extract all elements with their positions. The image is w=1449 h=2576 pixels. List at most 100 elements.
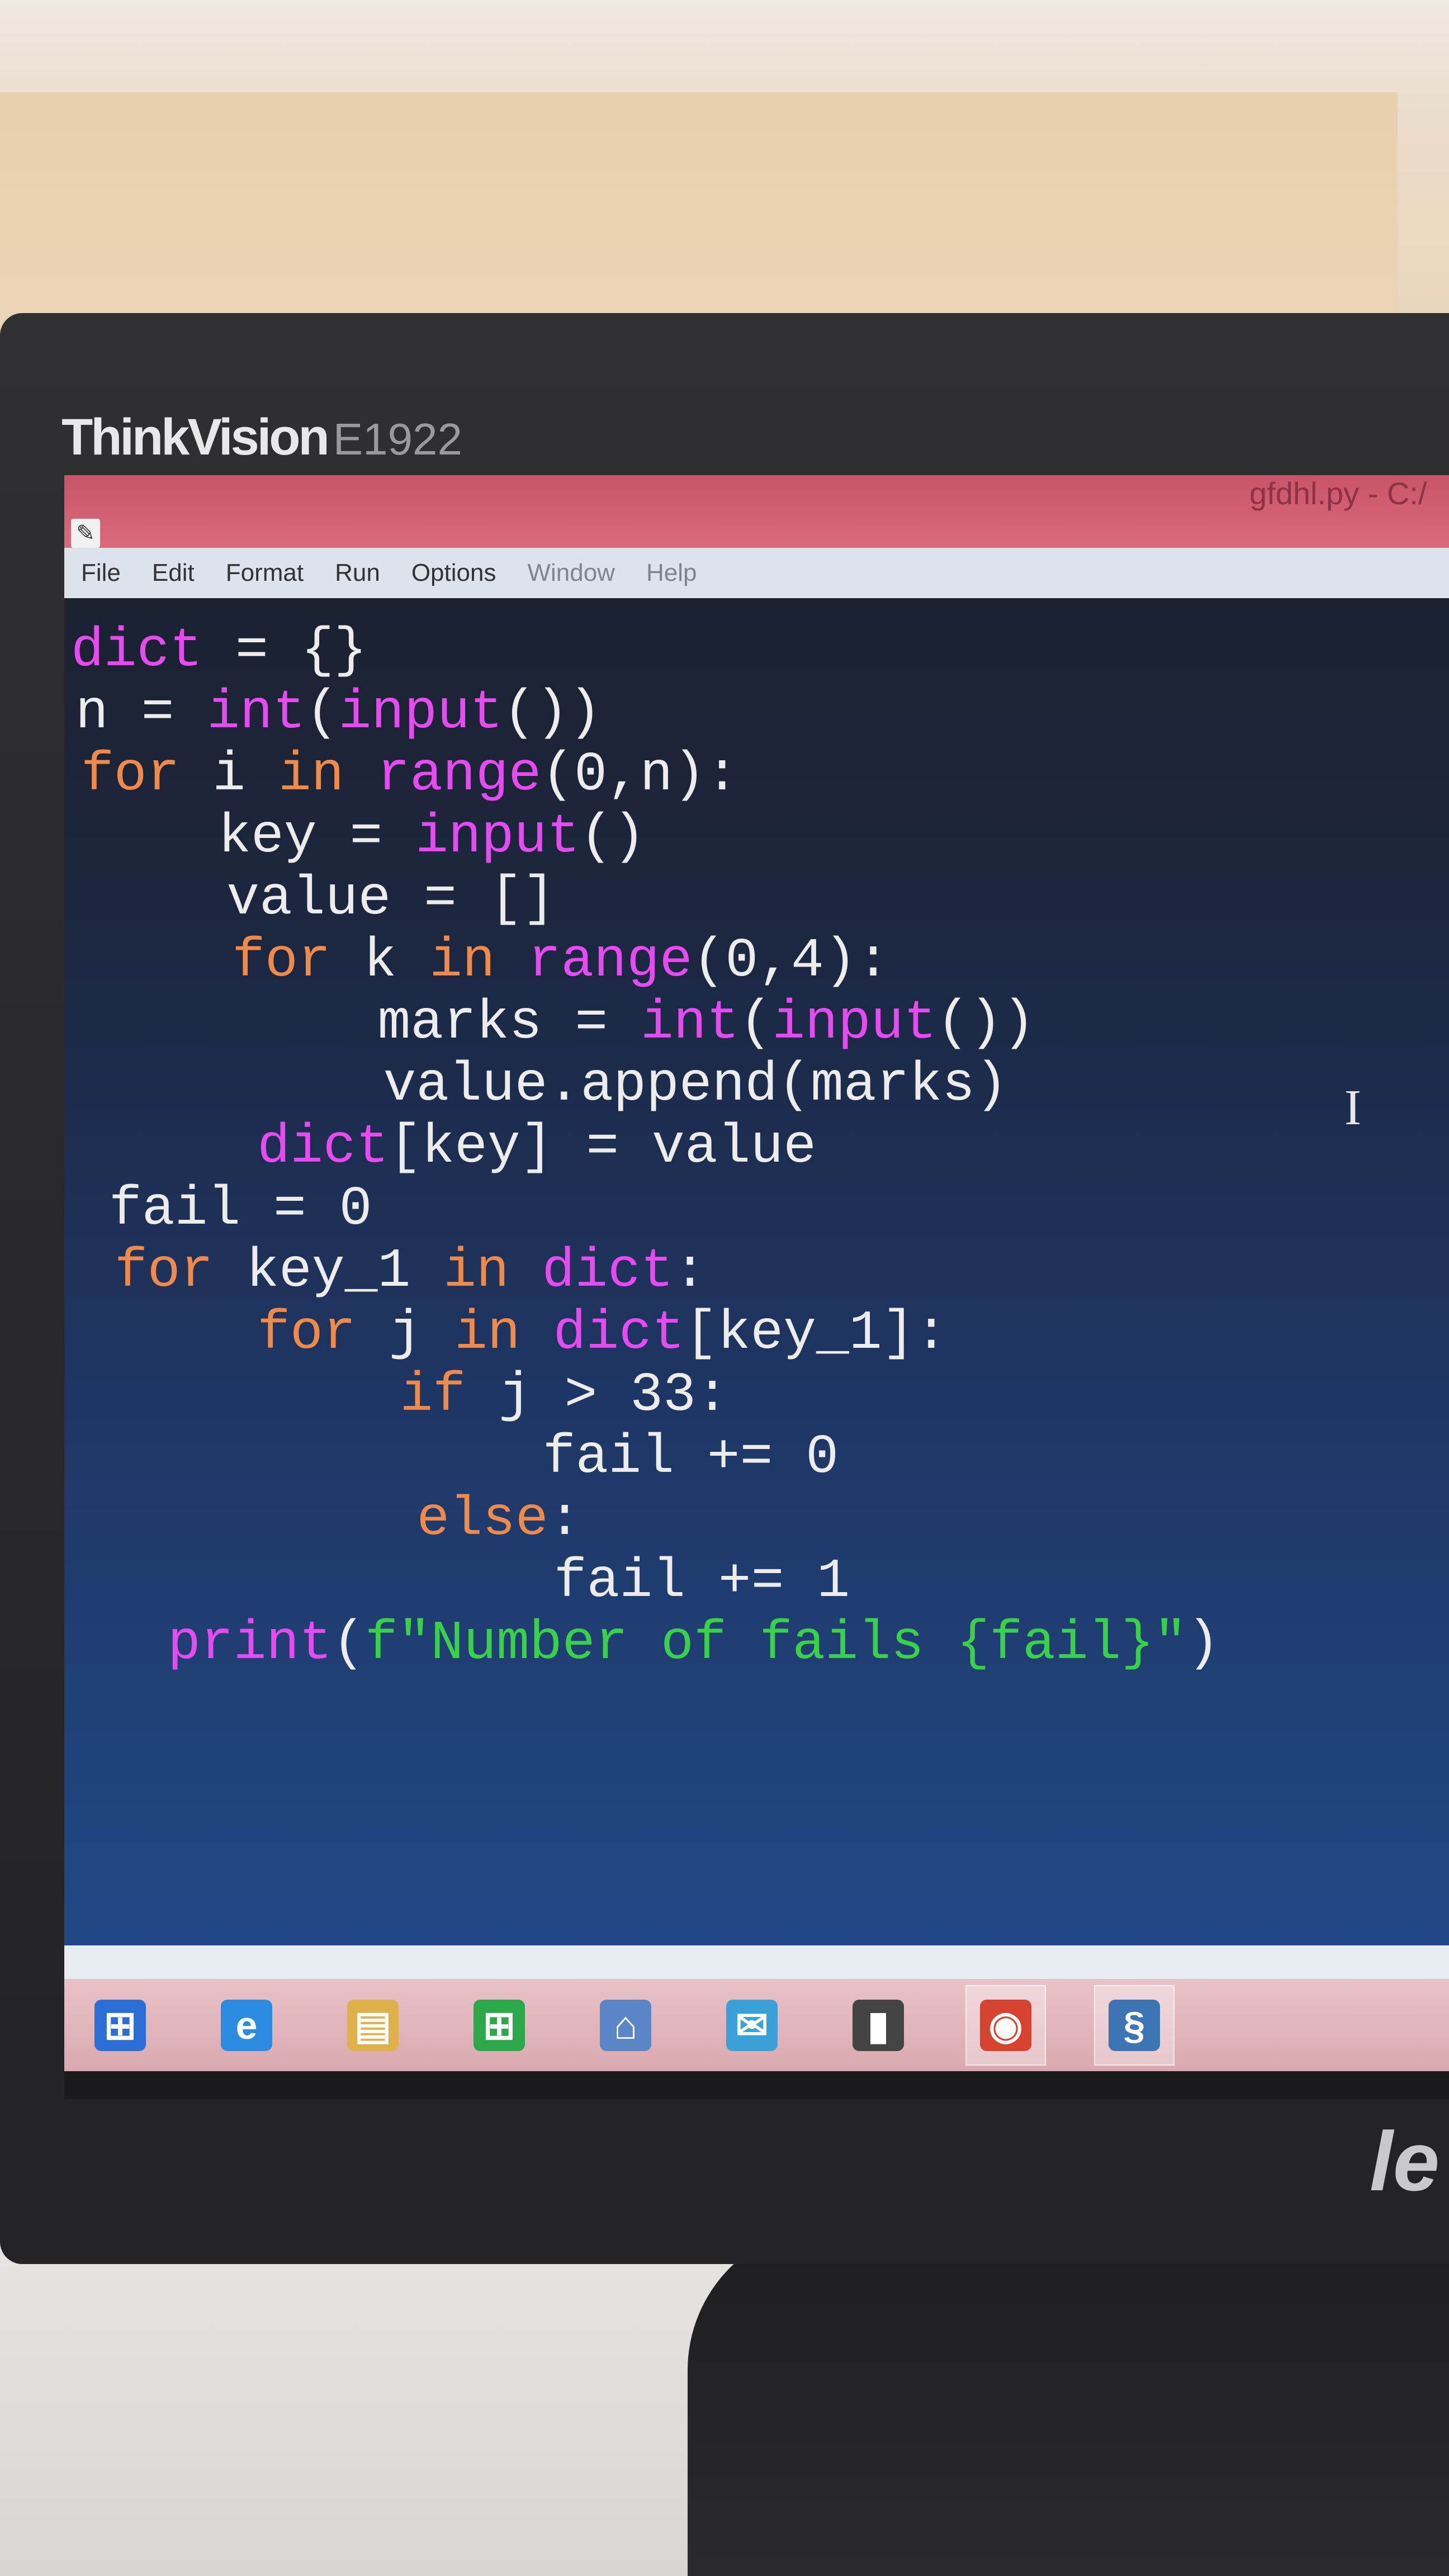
code-token: (0,4): [692,930,890,992]
menu-window[interactable]: Window [527,559,615,587]
code-token: dict [553,1303,685,1365]
code-token: in [278,744,344,806]
code-token: in [429,930,495,992]
code-line[interactable]: value.append(marks) [120,1055,1007,1116]
code-token: dict [542,1240,674,1303]
taskbar-button[interactable]: ✉ [713,1986,791,2064]
menu-file[interactable]: File [81,559,121,587]
code-token: value = [] [95,868,556,930]
code-line[interactable]: fail += 1 [159,1551,850,1613]
taskbar-button[interactable]: ◉ [965,1985,1046,2066]
code-token: = {} [202,620,367,682]
code-token: i [179,744,278,806]
code-token: ( [739,992,773,1054]
code-token: for [257,1303,356,1365]
code-line[interactable]: n = int(input()) [75,683,602,744]
code-token: range [377,744,542,806]
taskbar-button[interactable]: ⊞ [81,1986,159,2064]
code-token: : [673,1240,707,1303]
code-line[interactable]: else: [154,1489,581,1551]
start-icon: ⊞ [94,1999,146,2051]
code-line[interactable]: for key_1 in dict: [115,1241,707,1303]
home-icon: ⌂ [600,1999,651,2051]
code-token: marks = [115,992,641,1054]
code-line[interactable]: fail += 0 [148,1427,839,1489]
monitor-model: E1922 [333,414,463,464]
code-token: ()) [936,992,1035,1054]
menu-help[interactable]: Help [646,559,697,587]
taskbar: ⊞ e ▤ ⊞ ⌂ ✉ ▮ ◉ § [64,1979,1449,2071]
code-token: key = [87,806,416,868]
code-line[interactable]: fail = 0 [109,1179,372,1240]
code-token: [key_1]: [684,1303,948,1365]
code-line[interactable]: for k in range(0,4): [101,931,889,992]
taskbar-button[interactable]: ⊞ [460,1986,538,2064]
chrome-icon: ◉ [980,1999,1031,2051]
taskbar-button[interactable]: e [207,1986,286,2064]
code-token: key_1 [213,1240,444,1303]
ibeam-cursor-icon: I [1344,1080,1361,1135]
code-line[interactable]: dict[key] = value [126,1117,816,1178]
taskbar-button[interactable]: ▤ [334,1986,412,2064]
menu-run[interactable]: Run [335,559,380,587]
code-token: for [232,930,331,992]
code-line[interactable]: if j > 33: [137,1365,728,1427]
code-token: if [400,1365,466,1427]
code-token: ( [332,1613,365,1675]
code-token: dict [257,1116,389,1178]
code-line[interactable]: for i in range(0,n): [81,745,738,806]
taskbar-button[interactable]: ▮ [839,1986,917,2064]
status-bar [64,1945,1449,1979]
code-editor[interactable]: dict = {} n = int(input()) for i in range(… [64,598,1449,1945]
code-line[interactable]: value = [] [95,869,555,930]
code-token: (0,n): [541,744,739,806]
code-token: print [168,1613,333,1675]
code-token: int [207,682,306,744]
code-token: f"Number of fails {fail}" [364,1613,1187,1675]
window-title: gfdhl.py - C:/ [1249,476,1427,511]
file-explorer-icon: ▤ [347,1999,399,2051]
code-line[interactable]: for j in dict[key_1]: [126,1303,948,1365]
window-titlebar[interactable]: ✎ gfdhl.py - C:/ [64,475,1449,548]
screen: ✎ gfdhl.py - C:/ File Edit Format Run Option… [64,475,1449,2099]
mail-icon: ✉ [726,1999,778,2051]
python-idle-icon: § [1109,1999,1160,2051]
taskbar-button[interactable]: § [1094,1985,1175,2066]
menu-format[interactable]: Format [226,559,304,587]
idle-icon[interactable]: ✎ [71,519,100,548]
code-line[interactable]: key = input() [87,807,646,868]
code-token: fail = 0 [109,1178,372,1240]
code-line[interactable]: dict = {} [71,621,367,682]
code-token: k [330,930,430,992]
code-token: in [454,1303,520,1365]
menu-options[interactable]: Options [411,559,496,587]
code-token: int [640,992,740,1054]
store-icon: ⊞ [473,1999,525,2051]
code-token: () [580,806,646,868]
code-token: dict [71,620,203,682]
menu-edit[interactable]: Edit [152,559,195,587]
code-line[interactable]: print(f"Number of fails {fail}") [168,1613,1220,1675]
monitor-brand: ThinkVision E1922 [61,408,462,467]
code-token: ( [305,682,339,744]
code-token: ()) [503,682,602,744]
menubar: File Edit Format Run Options Window Help [64,548,1449,598]
code-token: input [772,992,937,1054]
code-token: fail += 1 [159,1551,850,1613]
code-line[interactable]: marks = int(input()) [115,993,1035,1054]
code-token: fail += 0 [148,1427,839,1489]
code-token: input [415,806,580,868]
code-token: range [528,930,693,992]
internet-explorer-icon: e [221,1999,272,2051]
usb-drive-icon: ▮ [853,1999,904,2051]
code-token: for [81,744,180,806]
taskbar-button[interactable]: ⌂ [586,1986,665,2064]
